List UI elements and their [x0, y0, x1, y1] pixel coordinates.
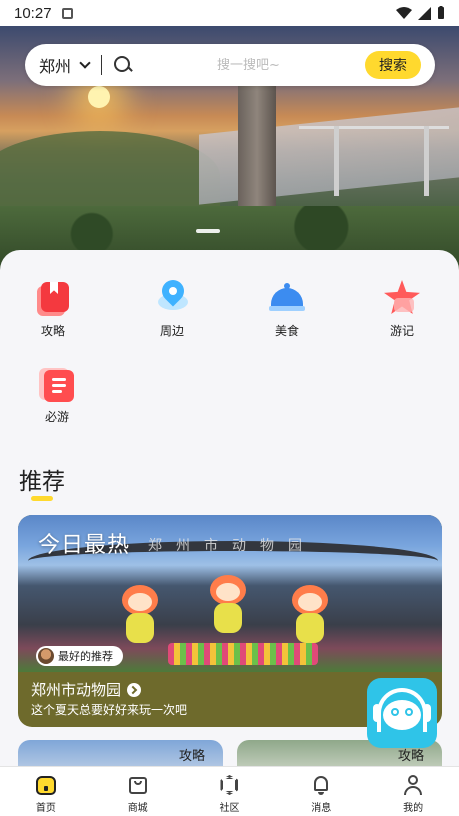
search-bar: 郑州 搜索: [25, 44, 435, 86]
overlay-title: 今日最热: [38, 533, 131, 558]
app-notification-icon: [61, 7, 73, 19]
tab-community[interactable]: 社区: [184, 767, 276, 816]
bottom-tab-bar: 首页 商城 社区 消息 我的: [0, 766, 459, 816]
category-label: 必游: [44, 410, 69, 424]
avatar: [38, 648, 54, 664]
bell-icon: [310, 774, 332, 796]
headset-face: [383, 700, 421, 730]
category-nearby[interactable]: 周边: [132, 275, 212, 339]
category-guide[interactable]: 攻略: [13, 280, 93, 339]
status-time: 10:27: [14, 4, 52, 22]
headset-eye: [391, 708, 399, 716]
category-label: 美食: [274, 324, 299, 338]
gate-sign: 郑州市动物园: [148, 538, 316, 554]
community-icon: [218, 774, 240, 796]
tab-label: 首页: [35, 803, 56, 814]
tab-shop[interactable]: 商城: [92, 767, 184, 816]
tab-profile[interactable]: 我的: [367, 767, 459, 816]
tab-messages[interactable]: 消息: [275, 767, 367, 816]
card-tag: 攻略: [178, 749, 205, 764]
tiger-mascot: [118, 585, 162, 645]
tiger-mascot: [206, 575, 250, 635]
category-must-visit[interactable]: 必游: [17, 366, 97, 425]
location-pin-icon: [154, 275, 190, 316]
sun: [88, 86, 110, 108]
category-label: 周边: [159, 324, 184, 338]
bridge-pylon: [424, 126, 429, 196]
city-label: 郑州: [39, 57, 72, 76]
shop-icon: [127, 774, 149, 796]
search-input[interactable]: [132, 57, 365, 73]
headset-ear: [373, 704, 381, 722]
guide-bookmark-icon: [35, 280, 71, 316]
featured-name[interactable]: 郑州市动物园: [31, 679, 142, 700]
bridge-pylon: [334, 126, 339, 196]
recommend-card[interactable]: 攻略: [18, 740, 223, 766]
chevron-down-icon: [79, 57, 91, 69]
headset-eye: [405, 708, 413, 716]
search-icon: [114, 56, 132, 74]
category-label: 攻略: [40, 324, 65, 338]
tab-home[interactable]: 首页: [0, 767, 92, 816]
tab-label: 社区: [219, 803, 240, 814]
food-cloche-icon: [269, 280, 305, 316]
status-icons: [396, 6, 445, 20]
flower-bed: [168, 643, 318, 665]
customer-service-button[interactable]: [367, 678, 437, 748]
chevron-right-icon: [127, 682, 142, 697]
category-food[interactable]: 美食: [247, 280, 327, 339]
featured-description: 这个夏天总要好好来玩一次吧: [31, 703, 188, 717]
tab-label: 消息: [311, 803, 332, 814]
tab-label: 商城: [127, 803, 148, 814]
carousel-indicator: [196, 229, 220, 233]
city-selector[interactable]: 郑州: [39, 53, 91, 77]
status-bar: 10:27: [0, 0, 459, 26]
list-document-icon: [39, 366, 75, 402]
recommend-badge: 最好的推荐: [36, 646, 123, 666]
divider: [101, 55, 103, 75]
profile-icon: [402, 774, 424, 796]
category-travelogue[interactable]: 游记: [362, 280, 442, 339]
badge-label: 最好的推荐: [58, 650, 113, 663]
search-button[interactable]: 搜索: [365, 51, 421, 79]
featured-name-label: 郑州市动物园: [31, 681, 122, 699]
tab-label: 我的: [403, 803, 424, 814]
battery-icon: [438, 6, 444, 19]
section-title-underline: [31, 496, 53, 501]
headset-ear: [423, 704, 431, 722]
tiger-mascot: [288, 585, 332, 645]
cellular-signal-icon: [418, 6, 431, 20]
wifi-icon: [396, 6, 412, 19]
category-label: 游记: [389, 324, 414, 338]
star-icon: [384, 280, 420, 316]
section-title: 推荐: [19, 469, 65, 495]
home-icon: [35, 774, 57, 796]
